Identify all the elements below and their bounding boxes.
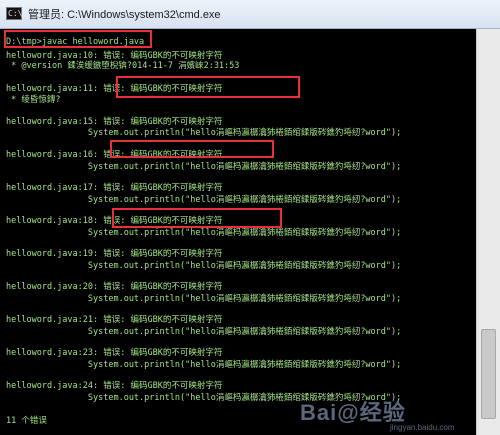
console-line: helloword.java:23: 错误: 编码GBK的不可映射字符 — [6, 348, 223, 358]
scrollbar-thumb[interactable] — [481, 329, 496, 419]
highlight-box-error — [116, 76, 300, 98]
watermark-brand: Bai@经验 — [300, 400, 406, 425]
console-line: * 绫昏惊鏄? — [6, 95, 61, 105]
vertical-scrollbar[interactable] — [476, 29, 500, 435]
highlight-box-error — [110, 140, 274, 158]
console-line: System.out.println("hello涓嶇杩瀛樼瀹犻棬銆绾鍒版硶鐎犳… — [6, 294, 402, 304]
console-line: System.out.println("hello涓嶇杩瀛樼瀹犻棬銆绾鍒版硶鐎犳… — [6, 128, 402, 138]
console-line: helloword.java:24: 错误: 编码GBK的不可映射字符 — [6, 381, 223, 391]
console-line: helloword.java:17: 错误: 编码GBK的不可映射字符 — [6, 183, 223, 193]
console-line: * @version 鍒涘缓鏃堕棿锛?014-11-7 涓嬪崍2:31:53 — [6, 61, 240, 71]
console-line: System.out.println("hello涓嶇杩瀛樼瀹犻棬銆绾鍒版硶鐎犳… — [6, 228, 402, 238]
console-line: System.out.println("hello涓嶇杩瀛樼瀹犻棬銆绾鍒版硶鐎犳… — [6, 360, 402, 370]
console-line: System.out.println("hello涓嶇杩瀛樼瀹犻棬銆绾鍒版硶鐎犳… — [6, 195, 402, 205]
console-line: 11 个错误 — [6, 416, 47, 426]
baidu-jingyan-watermark: Bai@经验 jingyan.baidu.com — [300, 395, 454, 432]
watermark-url: jingyan.baidu.com — [390, 423, 455, 432]
console-line: helloword.java:21: 错误: 编码GBK的不可映射字符 — [6, 315, 223, 325]
cmd-icon: C:\ — [6, 7, 23, 20]
console-line: System.out.println("hello涓嶇杩瀛樼瀹犻棬銆绾鍒版硶鐎犳… — [6, 162, 402, 172]
console-line: System.out.println("hello涓嶇杩瀛樼瀹犻棬銆绾鍒版硶鐎犳… — [6, 261, 402, 271]
title-bar[interactable]: C:\ 管理员: C:\Windows\system32\cmd.exe — [0, 0, 500, 29]
highlight-box-error — [112, 208, 282, 228]
console-line: helloword.java:10: 错误: 编码GBK的不可映射字符 — [6, 51, 223, 61]
window-title: 管理员: C:\Windows\system32\cmd.exe — [28, 9, 221, 21]
console-line: helloword.java:15: 错误: 编码GBK的不可映射字符 — [6, 117, 223, 127]
highlight-box-command — [4, 30, 152, 48]
console-line: helloword.java:20: 错误: 编码GBK的不可映射字符 — [6, 282, 223, 292]
console-line: helloword.java:19: 错误: 编码GBK的不可映射字符 — [6, 249, 223, 259]
console-line: System.out.println("hello涓嶇杩瀛樼瀹犻棬銆绾鍒版硶鐎犳… — [6, 327, 402, 337]
